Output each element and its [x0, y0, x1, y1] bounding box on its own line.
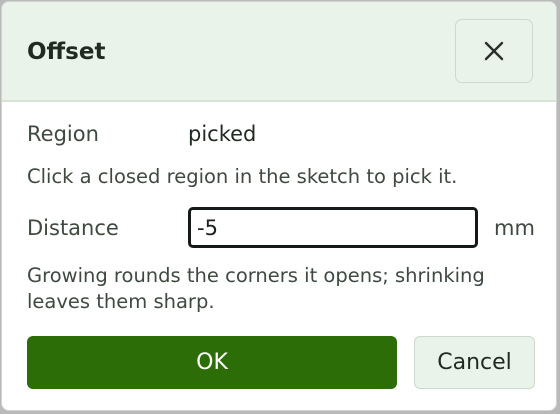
close-icon [484, 41, 504, 61]
ok-button[interactable]: OK [27, 336, 397, 389]
region-value: picked [188, 122, 257, 146]
distance-hint: Growing rounds the corners it opens; shr… [27, 264, 485, 313]
dialog-header: Offset [2, 2, 556, 102]
offset-dialog: Offset Region picked Click a closed regi… [1, 1, 557, 411]
distance-unit: mm [494, 216, 535, 240]
distance-input[interactable] [188, 207, 478, 248]
close-button[interactable] [455, 19, 533, 83]
cancel-button[interactable]: Cancel [414, 336, 535, 389]
distance-label: Distance [27, 216, 119, 240]
region-hint: Click a closed region in the sketch to p… [27, 165, 458, 188]
region-label: Region [27, 122, 99, 146]
dialog-title: Offset [27, 39, 106, 65]
